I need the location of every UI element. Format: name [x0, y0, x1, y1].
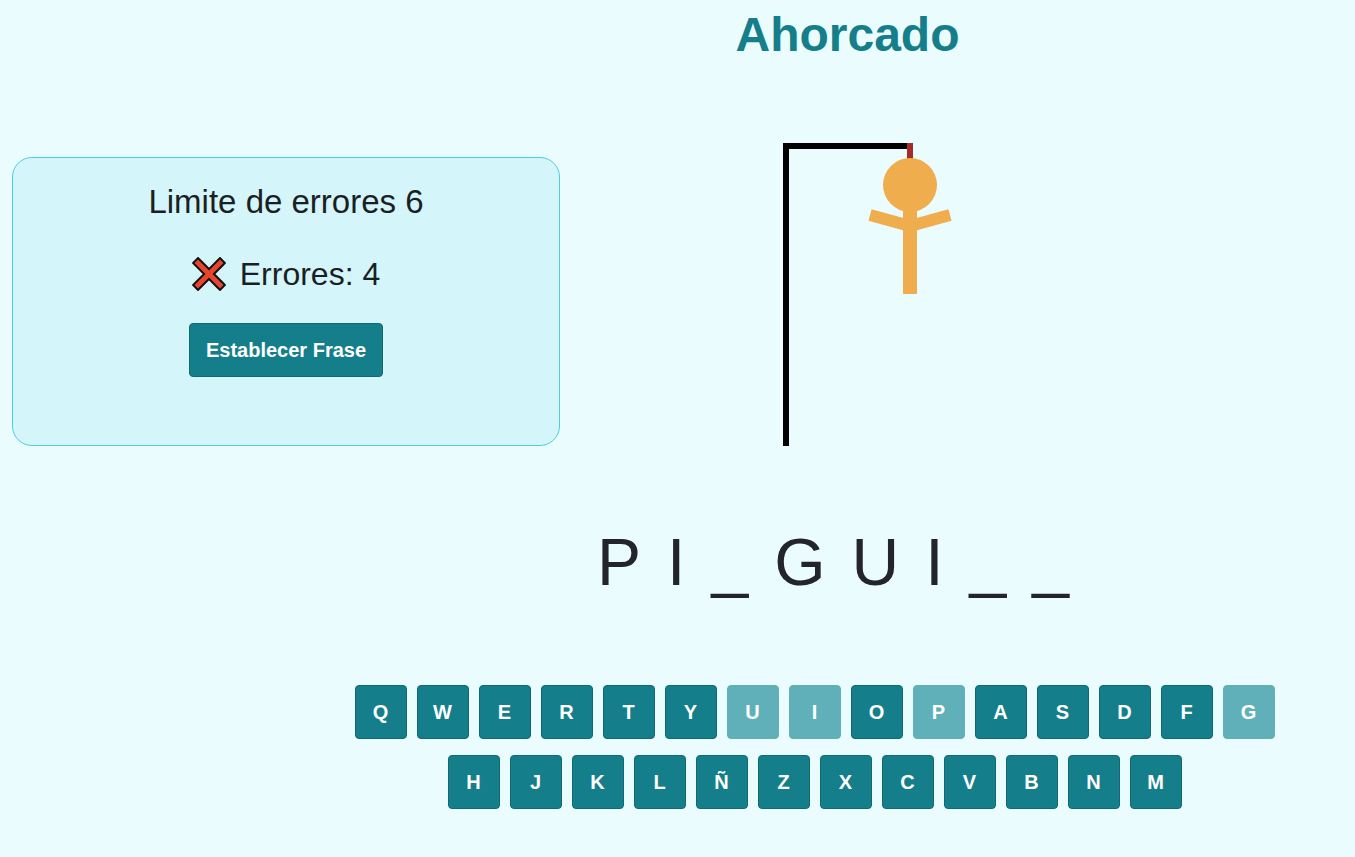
page-title: Ahorcado	[0, 0, 1355, 64]
letter-key[interactable]: T	[603, 685, 655, 739]
error-limit-label: Limite de errores 6	[148, 182, 423, 222]
letter-key[interactable]: U	[727, 685, 779, 739]
errors-count: Errores: 4	[192, 254, 380, 294]
word-letter: I	[925, 522, 943, 602]
keyboard: QWERTYUIOPASDFG HJKLÑZXCVBNM	[0, 685, 1355, 809]
letter-key[interactable]: W	[417, 685, 469, 739]
set-phrase-button[interactable]: Establecer Frase	[189, 323, 383, 377]
letter-key[interactable]: C	[882, 755, 934, 809]
letter-key[interactable]: H	[448, 755, 500, 809]
letter-key[interactable]: B	[1006, 755, 1058, 809]
letter-key[interactable]: Z	[758, 755, 810, 809]
word-letter: I	[667, 522, 685, 602]
main-row: Limite de errores 6 Errores: 4 Establecer …	[0, 140, 1355, 446]
word-letter: G	[774, 522, 825, 602]
letter-key[interactable]: V	[944, 755, 996, 809]
letter-key[interactable]: P	[913, 685, 965, 739]
letter-key[interactable]: S	[1037, 685, 1089, 739]
letter-key[interactable]: M	[1130, 755, 1182, 809]
letter-key[interactable]: J	[510, 755, 562, 809]
status-panel: Limite de errores 6 Errores: 4 Establecer …	[12, 157, 560, 446]
keyboard-row: HJKLÑZXCVBNM	[448, 755, 1182, 809]
letter-key[interactable]: Y	[665, 685, 717, 739]
word-letter: _	[970, 522, 1007, 602]
letter-key[interactable]: I	[789, 685, 841, 739]
word-letter: _	[1032, 522, 1069, 602]
letter-key[interactable]: O	[851, 685, 903, 739]
keyboard-row: QWERTYUIOPASDFG	[355, 685, 1275, 739]
letter-key[interactable]: K	[572, 755, 624, 809]
letter-key[interactable]: D	[1099, 685, 1151, 739]
word-letter: U	[851, 522, 899, 602]
letter-key[interactable]: F	[1161, 685, 1213, 739]
word-letter: _	[711, 522, 748, 602]
letter-key[interactable]: X	[820, 755, 872, 809]
word-letter: P	[597, 522, 641, 602]
letter-key[interactable]: A	[975, 685, 1027, 739]
letter-key[interactable]: N	[1068, 755, 1120, 809]
cross-icon	[192, 257, 226, 291]
gallows-drawing	[780, 140, 960, 446]
letter-key[interactable]: E	[479, 685, 531, 739]
letter-key[interactable]: Ñ	[696, 755, 748, 809]
word-display: PI_GUI__	[0, 522, 1355, 602]
letter-key[interactable]: Q	[355, 685, 407, 739]
letter-key[interactable]: L	[634, 755, 686, 809]
hangman-page: Ahorcado Limite de errores 6 Errores: 4 Est…	[0, 0, 1355, 857]
letter-key[interactable]: G	[1223, 685, 1275, 739]
letter-key[interactable]: R	[541, 685, 593, 739]
